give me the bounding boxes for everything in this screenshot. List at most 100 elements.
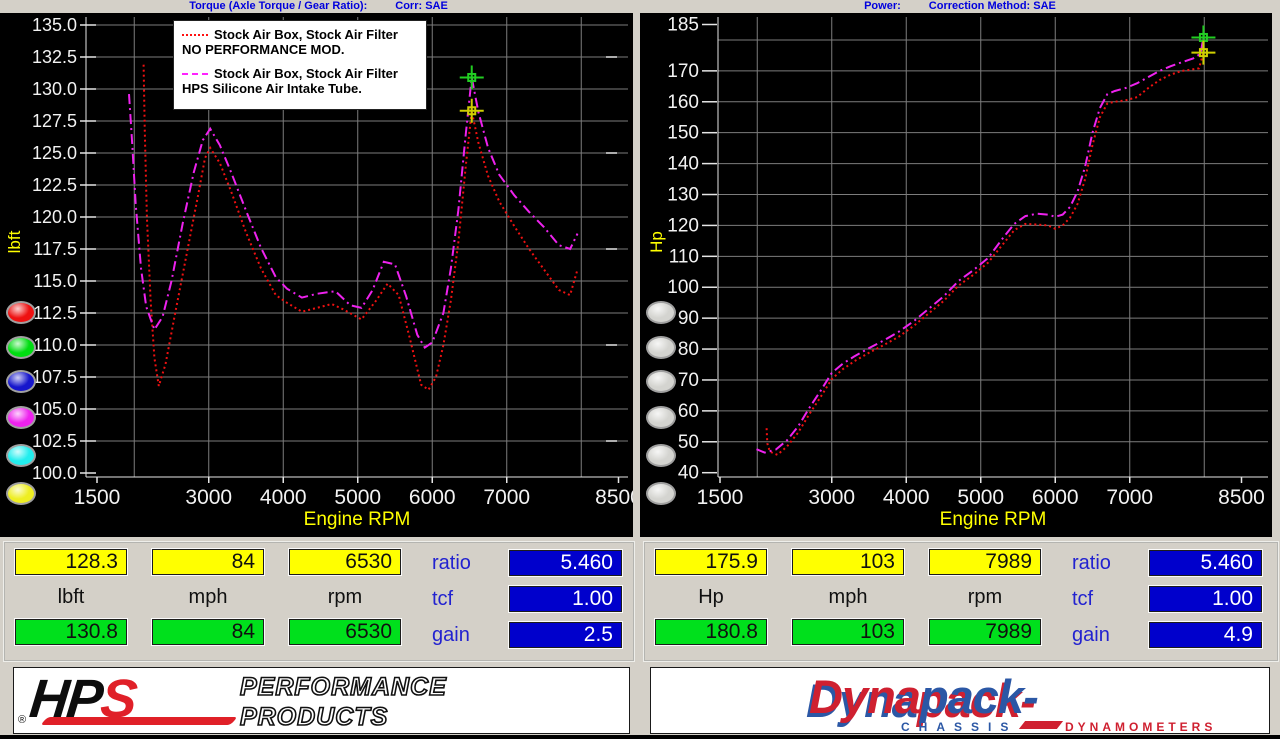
hps-performance-text: PERFORMANCE	[240, 673, 447, 702]
legend-entry-hps: Stock Air Box, Stock Air Filter HPS Sili…	[182, 66, 418, 96]
grey-button-4[interactable]	[646, 444, 676, 467]
legend: Stock Air Box, Stock Air Filter NO PERFO…	[173, 20, 427, 110]
torque-header-bar: Torque (Axle Torque / Gear Ratio): Corr:…	[0, 0, 637, 14]
torque-header-correction: Corr: SAE	[395, 0, 448, 13]
svg-text:150: 150	[667, 123, 699, 144]
svg-text:50: 50	[678, 432, 699, 453]
torque-speed-unit-label: mph	[152, 586, 264, 609]
torque-peak-value-box: 130.8	[15, 619, 127, 645]
svg-text:127.5: 127.5	[32, 111, 77, 131]
svg-text:4000: 4000	[883, 486, 930, 509]
svg-text:90: 90	[678, 308, 699, 329]
svg-text:1500: 1500	[697, 486, 744, 509]
svg-text:7000: 7000	[1106, 486, 1153, 509]
dynapack-logo: Dynapack-	[809, 670, 1038, 724]
torque-rpm-unit-label: rpm	[289, 586, 401, 609]
torque-gain-label: gain	[432, 624, 502, 647]
legend-stock-line2: NO PERFORMANCE MOD.	[182, 42, 345, 57]
svg-text:120.0: 120.0	[32, 207, 77, 227]
series-1	[129, 78, 578, 348]
svg-text:107.5: 107.5	[32, 367, 77, 387]
power-gain-field[interactable]: 4.9	[1149, 622, 1262, 648]
power-rpm-unit-label: rpm	[929, 586, 1041, 609]
svg-text:160: 160	[667, 92, 699, 113]
dynapack-word-blue: pack-	[920, 670, 1038, 723]
power-unit-label: Hp	[655, 586, 767, 609]
x-axis-title: Engine RPM	[304, 509, 411, 530]
svg-text:112.5: 112.5	[33, 303, 77, 323]
torque-ratio-field[interactable]: 5.460	[509, 550, 622, 576]
power-ratio-field[interactable]: 5.460	[1149, 550, 1262, 576]
color-button-5[interactable]	[6, 482, 36, 505]
torque-ratio-label: ratio	[432, 552, 502, 575]
color-button-4[interactable]	[6, 444, 36, 467]
svg-text:7000: 7000	[483, 486, 530, 509]
power-peak-value-box: 180.8	[655, 619, 767, 645]
legend-hps-line1: Stock Air Box, Stock Air Filter	[214, 66, 398, 81]
svg-text:115.0: 115.0	[33, 271, 77, 291]
svg-text:100: 100	[667, 277, 699, 298]
svg-text:140: 140	[667, 154, 699, 175]
torque-peak-rpm-box: 6530	[289, 619, 401, 645]
dynapack-swoosh-icon	[1019, 721, 1063, 729]
svg-text:6000: 6000	[1032, 486, 1079, 509]
dynapack-word-red: Dyna	[809, 670, 920, 723]
color-button-0[interactable]	[6, 301, 36, 324]
power-header-correction: Correction Method: SAE	[929, 0, 1056, 13]
stock-line-sample-icon	[182, 34, 208, 36]
x-axis-ticks: 1500300040005000600070008500	[74, 477, 633, 509]
torque-tcf-label: tcf	[432, 588, 502, 611]
torque-cursor-value-box: 128.3	[15, 549, 127, 575]
legend-entry-stock: Stock Air Box, Stock Air Filter NO PERFO…	[182, 27, 418, 57]
svg-text:185: 185	[667, 15, 699, 36]
power-tcf-label: tcf	[1072, 588, 1142, 611]
legend-hps-line2: HPS Silicone Air Intake Tube.	[182, 81, 362, 96]
torque-tcf-field[interactable]: 1.00	[509, 586, 622, 612]
color-button-2[interactable]	[6, 370, 36, 393]
legend-stock-line1: Stock Air Box, Stock Air Filter	[214, 27, 398, 42]
hps-logo-box: HPS ® PERFORMANCE PRODUCTS	[13, 667, 630, 734]
svg-text:3000: 3000	[808, 486, 855, 509]
color-button-3[interactable]	[6, 406, 36, 429]
bottom-bar	[0, 735, 1280, 739]
power-tcf-field[interactable]: 1.00	[1149, 586, 1262, 612]
power-cursor-rpm-box: 7989	[929, 549, 1041, 575]
svg-text:100.0: 100.0	[32, 463, 77, 483]
grey-button-5[interactable]	[646, 482, 676, 505]
grey-button-1[interactable]	[646, 336, 676, 359]
svg-text:102.5: 102.5	[32, 431, 77, 451]
grey-button-3[interactable]	[646, 406, 676, 429]
cursor-marker-0[interactable]	[460, 65, 484, 89]
svg-text:105.0: 105.0	[32, 399, 77, 419]
torque-readout-panel: 128.3 84 6530 lbft mph rpm 130.8 84 6530…	[3, 541, 635, 662]
hps-products-text: PRODUCTS	[240, 703, 388, 732]
power-chart[interactable]: 1851701601501401301201101009080706050401…	[640, 13, 1272, 537]
power-peak-rpm-box: 7989	[929, 619, 1041, 645]
power-cursor-value-box: 175.9	[655, 549, 767, 575]
color-button-1[interactable]	[6, 336, 36, 359]
torque-gain-field[interactable]: 2.5	[509, 622, 622, 648]
svg-text:70: 70	[678, 370, 699, 391]
svg-text:8500: 8500	[595, 486, 633, 509]
torque-y-axis-title: lbft	[5, 212, 23, 272]
svg-text:130: 130	[667, 185, 699, 206]
torque-peak-speed-box: 84	[152, 619, 264, 645]
series-1	[757, 38, 1204, 453]
grey-button-2[interactable]	[646, 370, 676, 393]
svg-text:117.5: 117.5	[33, 239, 77, 259]
svg-text:120: 120	[667, 215, 699, 236]
power-ratio-label: ratio	[1072, 552, 1142, 575]
cursor-marker-1[interactable]	[1191, 41, 1215, 65]
hps-line-sample-icon	[182, 73, 208, 75]
svg-text:8500: 8500	[1218, 486, 1265, 509]
svg-text:110.0: 110.0	[33, 335, 77, 355]
svg-text:80: 80	[678, 339, 699, 360]
power-header-bar: Power: Correction Method: SAE	[640, 0, 1280, 14]
svg-text:130.0: 130.0	[32, 79, 77, 99]
svg-text:6000: 6000	[409, 486, 456, 509]
grey-button-0[interactable]	[646, 301, 676, 324]
svg-text:4000: 4000	[260, 486, 307, 509]
torque-unit-label: lbft	[15, 586, 127, 609]
x-axis-title: Engine RPM	[940, 509, 1047, 530]
svg-text:5000: 5000	[957, 486, 1004, 509]
